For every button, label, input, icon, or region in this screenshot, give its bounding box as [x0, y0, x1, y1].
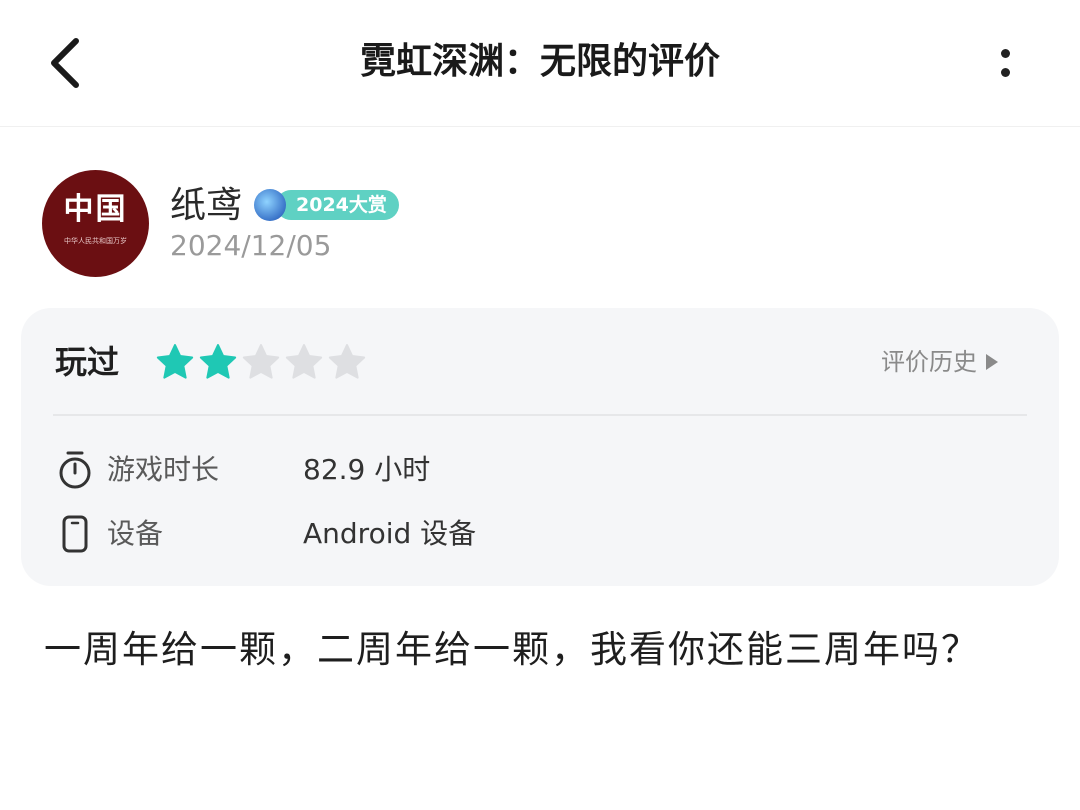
avatar[interactable]: 中国 中华人民共和国万岁: [42, 170, 149, 277]
back-button[interactable]: [30, 28, 100, 98]
review-date: 2024/12/05: [170, 229, 332, 262]
star-rating: [155, 342, 367, 382]
username[interactable]: 纸鸢: [170, 184, 242, 228]
top-bar: 霓虹深渊：无限的评价: [0, 0, 1080, 127]
device-row: 设备 Android 设备: [55, 514, 1015, 554]
device-value: Android 设备: [303, 517, 477, 550]
playtime-value: 82.9 小时: [303, 453, 431, 486]
playtime-row: 游戏时长 82.9 小时: [55, 450, 1015, 490]
award-badge[interactable]: 2024大赏: [254, 189, 399, 221]
device-label: 设备: [107, 517, 164, 550]
avatar-text: 中国: [63, 192, 128, 227]
rating-card: 玩过 评价历史 游戏时长 82.9 小时 设备 Android 设备: [21, 308, 1059, 586]
played-label: 玩过: [55, 343, 120, 381]
chevron-left-icon: [51, 38, 79, 88]
phone-icon: [55, 514, 95, 554]
history-label: 评价历史: [881, 348, 977, 376]
badge-label: 2024大赏: [276, 190, 399, 220]
rating-history-link[interactable]: 评价历史: [881, 344, 999, 380]
badge-emblem-icon: [254, 189, 286, 221]
more-button[interactable]: [975, 28, 1035, 98]
page-title: 霓虹深渊：无限的评价: [359, 41, 720, 82]
more-vertical-icon: [1000, 49, 1010, 58]
playtime-label: 游戏时长: [107, 453, 220, 486]
review-text: 一周年给一颗，二周年给一颗，我看你还能三周年吗？: [44, 628, 980, 671]
divider: [53, 414, 1027, 416]
star-empty-icon: [285, 344, 323, 379]
star-filled-icon: [156, 344, 194, 379]
star-empty-icon: [242, 344, 280, 379]
play-triangle-icon: [986, 354, 998, 370]
star-empty-icon: [328, 344, 366, 379]
stopwatch-icon: [55, 450, 95, 490]
avatar-subtext: 中华人民共和国万岁: [64, 237, 127, 245]
star-filled-icon: [199, 344, 237, 379]
